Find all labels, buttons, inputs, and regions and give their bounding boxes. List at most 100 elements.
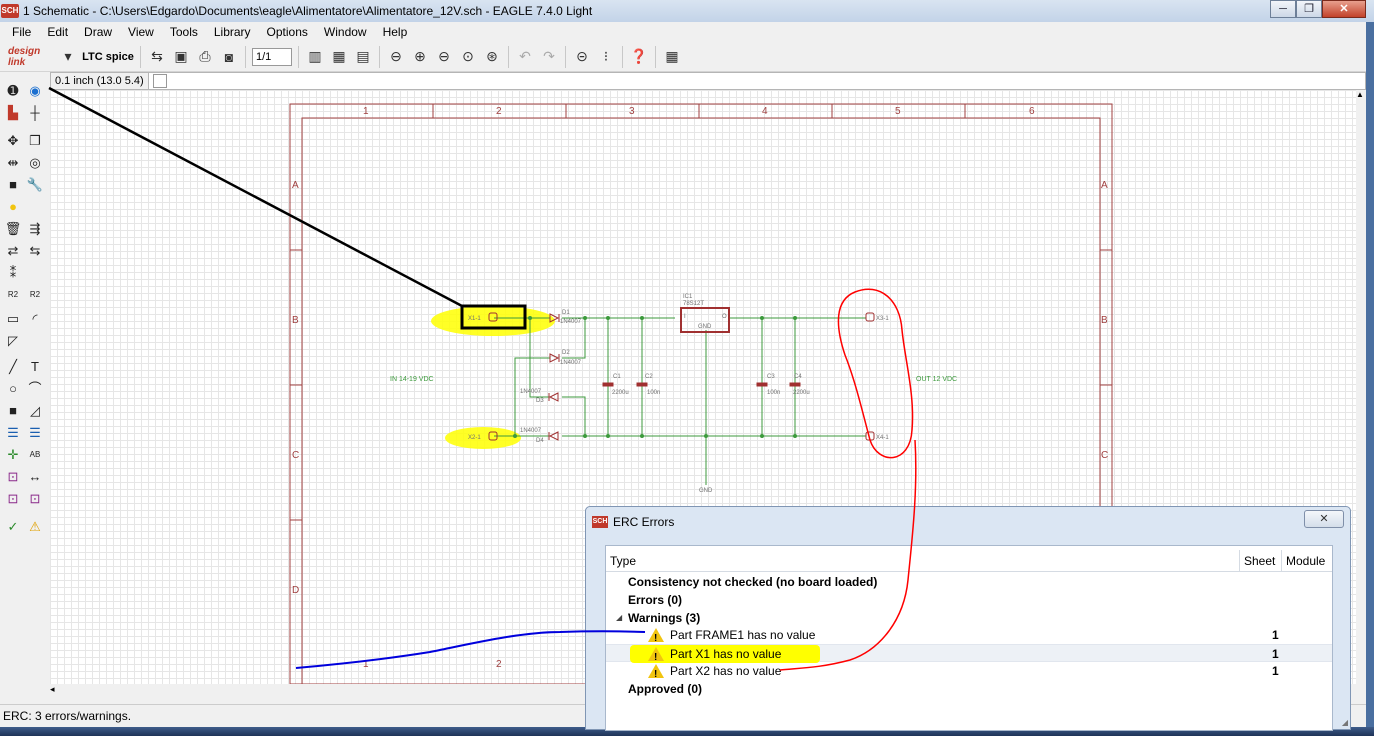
frame-row-b: B <box>292 315 299 326</box>
arc-icon[interactable]: ⌒ <box>26 380 44 398</box>
label-x3: X3-1 <box>876 316 889 322</box>
erc-errors-dialog: SCH ERC Errors ✕ Type Sheet Module Consi… <box>585 506 1351 731</box>
print-icon[interactable]: ⎙ <box>195 47 215 67</box>
zoom-select-icon[interactable]: ⊛ <box>482 47 502 67</box>
gateswap-icon[interactable]: ⁑ <box>4 264 22 282</box>
polygon-icon[interactable]: ◿ <box>26 402 44 420</box>
command-checkbox[interactable] <box>153 74 167 88</box>
circle-icon[interactable]: ○ <box>4 380 22 398</box>
list-item[interactable]: ! Part X1 has no value 1 <box>606 644 1332 663</box>
stop-icon[interactable]: ⊝ <box>572 47 592 67</box>
list-item[interactable]: ! Part X2 has no value 1 <box>606 662 1332 680</box>
change-icon[interactable]: 🔧 <box>26 176 44 194</box>
rotate-icon[interactable]: ◎ <box>26 154 44 172</box>
zoom-in-icon[interactable]: ⊕ <box>410 47 430 67</box>
add-icon[interactable]: ⇶ <box>26 220 44 238</box>
board-switch-icon[interactable]: ▦ <box>329 47 349 67</box>
list-item[interactable]: Consistency not checked (no board loaded… <box>606 573 1332 591</box>
column-module[interactable]: Module <box>1282 550 1332 571</box>
item-label: Consistency not checked (no board loaded… <box>628 575 878 589</box>
script-icon[interactable]: ▤ <box>353 47 373 67</box>
attribute-icon[interactable]: ⊡ <box>4 468 22 486</box>
chevron-down-icon[interactable]: ▾ <box>58 47 78 67</box>
menu-window[interactable]: Window <box>316 22 375 42</box>
open-icon[interactable]: ⇆ <box>147 47 167 67</box>
vertical-scrollbar[interactable]: ▲ <box>1356 90 1366 684</box>
maximize-button[interactable]: ❐ <box>1296 0 1322 18</box>
frame-icon[interactable]: ⊡ <box>4 490 22 508</box>
net-icon[interactable]: ☰ <box>26 424 44 442</box>
close-button[interactable]: ✕ <box>1322 0 1366 18</box>
label-d2: D2 <box>562 350 570 356</box>
zoom-out-icon[interactable]: ⊖ <box>434 47 454 67</box>
info-icon[interactable]: ➊ <box>4 82 22 100</box>
rect-icon[interactable]: ■ <box>4 402 22 420</box>
name-icon[interactable]: R2 <box>4 286 22 304</box>
ulp-icon[interactable]: ▥ <box>305 47 325 67</box>
mirror-icon[interactable]: ⇹ <box>4 154 22 172</box>
help-icon[interactable]: ❓ <box>629 47 649 67</box>
frame-col-3: 3 <box>629 106 635 117</box>
text-icon[interactable]: T <box>26 358 44 376</box>
menu-tools[interactable]: Tools <box>162 22 206 42</box>
bus-icon[interactable]: ☰ <box>4 424 22 442</box>
menu-file[interactable]: File <box>4 22 39 42</box>
expand-triangle-icon[interactable]: ◢ <box>616 609 622 627</box>
group-icon[interactable]: ■ <box>4 176 22 194</box>
list-item[interactable]: Approved (0) <box>606 680 1332 698</box>
minimize-button[interactable]: ─ <box>1270 0 1296 18</box>
redo-icon[interactable]: ↷ <box>539 47 559 67</box>
menu-help[interactable]: Help <box>375 22 416 42</box>
sheet-select[interactable]: 1/1 <box>252 47 292 66</box>
split-icon[interactable]: ◸ <box>4 332 22 350</box>
menu-draw[interactable]: Draw <box>76 22 120 42</box>
dimension-icon[interactable]: ↔ <box>26 468 44 486</box>
toolbar-separator <box>245 45 246 68</box>
smash-icon[interactable]: ▭ <box>4 310 22 328</box>
errors-warning-icon[interactable]: ⚠ <box>26 518 44 536</box>
list-item[interactable]: ! Part FRAME1 has no value 1 <box>606 626 1332 644</box>
wire-icon[interactable]: ╱ <box>4 358 22 376</box>
paste-icon[interactable]: ● <box>4 198 22 216</box>
column-type[interactable]: Type <box>606 550 1240 571</box>
label-d2-value: 1N4007 <box>560 360 582 366</box>
command-input[interactable] <box>171 73 1365 89</box>
replace-icon[interactable]: ⇆ <box>26 242 44 260</box>
save-icon[interactable]: ▣ <box>171 47 191 67</box>
menu-options[interactable]: Options <box>259 22 316 42</box>
ltspice-button[interactable]: LTC spice <box>82 47 134 67</box>
list-item[interactable]: ◢ Warnings (3) <box>606 609 1332 627</box>
menu-edit[interactable]: Edit <box>39 22 76 42</box>
menu-library[interactable]: Library <box>206 22 259 42</box>
grid-icon[interactable]: ▦ <box>662 47 682 67</box>
pinswap-icon[interactable]: ⇄ <box>4 242 22 260</box>
design-link-button[interactable]: design link <box>8 46 54 68</box>
menu-view[interactable]: View <box>120 22 162 42</box>
column-sheet[interactable]: Sheet <box>1240 550 1282 571</box>
mark-icon[interactable]: ┼ <box>26 104 44 122</box>
junction-icon[interactable]: ✛ <box>4 446 22 464</box>
zoom-redraw-icon[interactable]: ⊙ <box>458 47 478 67</box>
value-icon[interactable]: R2 <box>26 286 44 304</box>
erc-check-icon[interactable]: ✓ <box>4 518 22 536</box>
module-icon[interactable]: ⊡ <box>26 490 44 508</box>
move-icon[interactable]: ✥ <box>4 132 22 150</box>
show-icon[interactable]: ◉ <box>26 82 44 100</box>
dialog-close-button[interactable]: ✕ <box>1304 510 1344 528</box>
delete-icon[interactable]: 🗑 <box>4 220 22 238</box>
resize-grip[interactable]: ◢ <box>1342 718 1348 727</box>
label-icon[interactable]: AB <box>26 446 44 464</box>
frame-col-5: 5 <box>895 106 901 117</box>
display-icon[interactable]: ▙ <box>4 104 22 122</box>
label-x2: X2-1 <box>468 435 481 441</box>
label-d4-value: 1N4007 <box>520 428 542 434</box>
go-icon[interactable]: ⁝ <box>596 47 616 67</box>
zoom-fit-icon[interactable]: ⊖ <box>386 47 406 67</box>
list-item[interactable]: Errors (0) <box>606 591 1332 609</box>
label-input-voltage: IN 14-19 VDC <box>390 376 434 383</box>
item-sheet: 1 <box>1272 647 1279 661</box>
cam-icon[interactable]: ◙ <box>219 47 239 67</box>
miter-icon[interactable]: ◜ <box>26 310 44 328</box>
undo-icon[interactable]: ↶ <box>515 47 535 67</box>
copy-icon[interactable]: ❐ <box>26 132 44 150</box>
